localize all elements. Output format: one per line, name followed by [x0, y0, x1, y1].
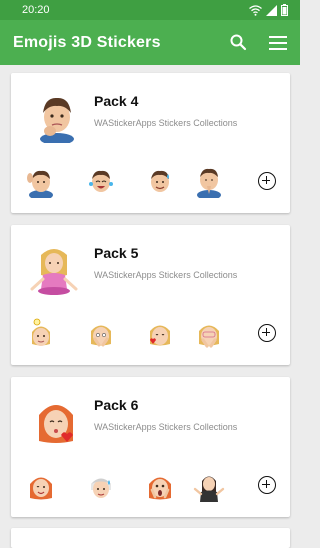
- pack-card[interactable]: Pack 6 WAStickerApps Stickers Collection…: [11, 377, 290, 517]
- boy-sweat-smile-sticker: [151, 170, 169, 192]
- boy-waving-sticker: [27, 170, 53, 198]
- boy-praying-sticker: [197, 168, 221, 198]
- woman-blowing-kiss-sticker: [39, 405, 73, 443]
- girl-lightbulb-sticker: [32, 318, 50, 346]
- pack-card[interactable]: Pack 5 WAStickerApps Stickers Collection…: [11, 225, 290, 365]
- woman-shrugging-sticker: [193, 476, 225, 502]
- pack-card[interactable]: Pack 4 WAStickerApps Stickers Collection…: [11, 73, 290, 213]
- pack-name: Pack 5: [94, 245, 139, 261]
- add-pack-button[interactable]: [258, 172, 276, 190]
- app-title: Emojis 3D Stickers: [13, 34, 161, 51]
- woman-winking-sticker: [30, 477, 52, 500]
- boy-thinking-sticker: [40, 97, 74, 143]
- app-bar: Emojis 3D Stickers: [0, 20, 300, 65]
- menu-button[interactable]: [267, 32, 289, 54]
- add-pack-button[interactable]: [258, 476, 276, 494]
- woman-sweat-sticker: [91, 478, 111, 498]
- boy-laughing-sticker: [89, 170, 113, 192]
- pack-card[interactable]: [11, 528, 290, 548]
- menu-icon: [269, 36, 287, 50]
- wifi-icon: [249, 4, 262, 16]
- girl-facepalm-sticker: [199, 325, 219, 348]
- girl-shocked-sticker: [91, 325, 111, 347]
- pack-publisher: WAStickerApps Stickers Collections: [94, 118, 238, 128]
- battery-icon: [281, 4, 288, 16]
- girl-kiss-sticker: [150, 325, 170, 346]
- pack-name: Pack 6: [94, 397, 139, 413]
- status-icons: [249, 4, 288, 16]
- status-time: 20:20: [22, 4, 50, 16]
- add-pack-button[interactable]: [258, 324, 276, 342]
- woman-shocked-sticker: [149, 477, 171, 500]
- search-icon: [230, 34, 247, 51]
- signal-icon: [266, 4, 277, 16]
- status-bar: 20:20: [0, 0, 300, 20]
- girl-meditating-sticker: [30, 249, 78, 295]
- pack-name: Pack 4: [94, 93, 139, 109]
- pack-publisher: WAStickerApps Stickers Collections: [94, 270, 238, 280]
- pack-publisher: WAStickerApps Stickers Collections: [94, 422, 238, 432]
- search-button[interactable]: [228, 32, 250, 54]
